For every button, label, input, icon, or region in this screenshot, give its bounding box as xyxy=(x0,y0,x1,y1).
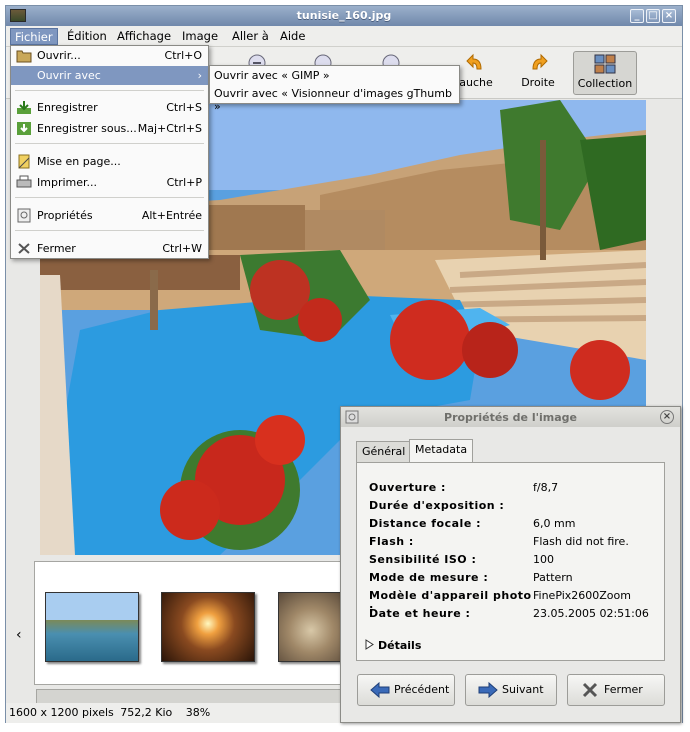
previous-button[interactable]: Précédent xyxy=(357,674,455,706)
menu-item-open[interactable]: Ouvrir... Ctrl+O xyxy=(11,46,208,65)
image-dimensions: 1600 x 1200 pixels xyxy=(9,706,114,719)
tab-general[interactable]: Général xyxy=(356,441,412,462)
page-setup-icon xyxy=(18,154,30,169)
menu-image[interactable]: Image xyxy=(178,28,222,45)
metadata-panel: Ouverture : f/8,7 Durée d'exposition : Di… xyxy=(356,462,665,661)
maximize-button[interactable]: □ xyxy=(646,9,660,23)
menu-item-properties[interactable]: Propriétés Alt+Entrée xyxy=(11,206,208,225)
menu-affichage[interactable]: Affichage xyxy=(113,28,175,45)
open-with-gimp[interactable]: Ouvrir avec « GIMP » xyxy=(214,69,330,82)
menu-separator xyxy=(15,143,204,144)
dialog-title-bar: Propriétés de l'image × xyxy=(341,407,680,427)
expander-arrow-icon xyxy=(365,639,374,650)
folder-open-icon xyxy=(16,50,32,63)
thumbs-horizontal-scrollbar[interactable] xyxy=(36,689,346,704)
menu-item-open-with[interactable]: Ouvrir avec › xyxy=(11,66,208,85)
rotate-left-button[interactable]: auche xyxy=(456,51,496,95)
menu-item-save-as[interactable]: Enregistrer sous... Maj+Ctrl+S xyxy=(11,119,208,138)
save-as-icon xyxy=(17,122,31,135)
menu-aller-a[interactable]: Aller à xyxy=(228,28,273,45)
open-with-gthumb[interactable]: Ouvrir avec « Visionneur d'images gThumb… xyxy=(214,87,459,113)
image-properties-dialog: Propriétés de l'image × Général Metadata… xyxy=(340,406,681,723)
submenu-arrow-icon: › xyxy=(197,69,202,82)
menu-separator xyxy=(15,230,204,231)
menu-bar: Fichier Édition Affichage Image Aller à … xyxy=(6,26,682,47)
arrow-right-icon xyxy=(478,682,498,698)
menu-item-page-setup[interactable]: Mise en page... xyxy=(11,152,208,171)
thumbnail-area xyxy=(34,561,344,685)
menu-separator xyxy=(15,90,204,91)
zoom-level: 38% xyxy=(185,706,211,719)
thumbnail-sunset[interactable] xyxy=(161,592,255,662)
menu-edition[interactable]: Édition xyxy=(63,28,111,45)
window-title: tunisie_160.jpg xyxy=(296,9,392,22)
menu-separator xyxy=(15,197,204,198)
title-bar: tunisie_160.jpg _ □ × xyxy=(6,6,682,26)
arrow-left-icon xyxy=(370,682,390,698)
details-expander[interactable]: Détails xyxy=(365,639,421,652)
close-dialog-button[interactable]: Fermer xyxy=(567,674,665,706)
rotate-left-label: auche xyxy=(459,76,493,89)
rotate-right-button[interactable]: Droite xyxy=(516,51,560,95)
file-menu: Ouvrir... Ctrl+O Ouvrir avec › Enregistrer… xyxy=(10,45,209,259)
menu-aide[interactable]: Aide xyxy=(276,28,309,45)
close-icon xyxy=(582,682,598,698)
thumbnail-camel[interactable] xyxy=(278,592,344,662)
minimize-button[interactable]: _ xyxy=(630,9,644,23)
printer-icon xyxy=(16,175,32,188)
open-with-submenu: Ouvrir avec « GIMP » Ouvrir avec « Visio… xyxy=(209,65,460,113)
next-button[interactable]: Suivant xyxy=(465,674,557,706)
thumbs-scroll-left-icon[interactable]: ‹ xyxy=(16,627,22,643)
save-icon xyxy=(17,101,31,114)
rotate-right-icon xyxy=(532,53,548,70)
close-window-button[interactable]: × xyxy=(662,9,676,23)
menu-fichier[interactable]: Fichier xyxy=(10,28,58,45)
image-filesize: 752,2 Kio xyxy=(120,706,173,719)
properties-icon xyxy=(17,208,31,223)
menu-item-save[interactable]: Enregistrer Ctrl+S xyxy=(11,98,208,117)
menu-item-print[interactable]: Imprimer... Ctrl+P xyxy=(11,173,208,192)
collection-label: Collection xyxy=(577,77,633,90)
dialog-close-icon[interactable]: × xyxy=(660,410,674,424)
dialog-title: Propriétés de l'image xyxy=(444,411,577,424)
close-icon xyxy=(18,243,30,254)
rotate-right-label: Droite xyxy=(521,76,555,89)
menu-item-close[interactable]: Fermer Ctrl+W xyxy=(11,239,208,258)
rotate-left-icon xyxy=(466,53,482,70)
tab-metadata[interactable]: Metadata xyxy=(409,439,474,463)
thumbnail-pool[interactable] xyxy=(45,592,139,662)
collection-button[interactable]: Collection xyxy=(573,51,637,95)
collection-icon xyxy=(594,54,616,74)
